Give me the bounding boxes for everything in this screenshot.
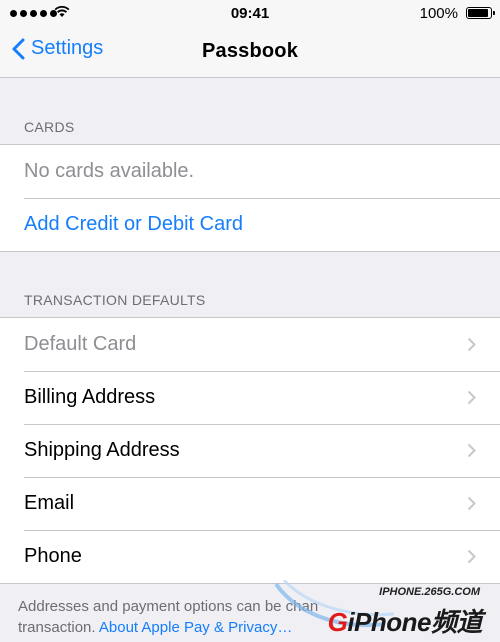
phone-label: Phone: [24, 545, 82, 567]
chevron-right-icon: [467, 496, 476, 511]
status-bar: 09:41 100%: [0, 0, 500, 28]
chevron-right-icon: [467, 337, 476, 352]
battery-icon: [466, 7, 495, 19]
no-cards-row: No cards available.: [0, 145, 500, 198]
billing-address-row[interactable]: Billing Address: [0, 371, 500, 424]
watermark-logo: GiPhone频道: [327, 607, 483, 637]
apple-pay-privacy-link[interactable]: About Apple Pay & Privacy…: [99, 619, 292, 636]
email-row[interactable]: Email: [0, 477, 500, 530]
shipping-address-row[interactable]: Shipping Address: [0, 424, 500, 477]
add-card-button[interactable]: Add Credit or Debit Card: [0, 198, 500, 251]
default-card-row[interactable]: Default Card: [0, 318, 500, 371]
chevron-right-icon: [467, 390, 476, 405]
phone-row[interactable]: Phone: [0, 530, 500, 583]
email-label: Email: [24, 492, 75, 514]
battery-percent: 100%: [419, 5, 458, 22]
footer-text-2: transaction.: [18, 619, 96, 636]
page-title: Passbook: [201, 40, 299, 62]
no-cards-label: No cards available.: [24, 160, 195, 182]
cards-group: No cards available. Add Credit or Debit …: [0, 144, 500, 252]
watermark-url: IPHONE.265G.COM: [379, 586, 480, 598]
default-card-label: Default Card: [24, 333, 137, 355]
chevron-right-icon: [467, 549, 476, 564]
shipping-address-label: Shipping Address: [24, 439, 180, 461]
section-header-transaction-defaults: TRANSACTION DEFAULTS: [24, 292, 206, 308]
chevron-right-icon: [467, 443, 476, 458]
section-header-cards: CARDS: [24, 119, 75, 135]
add-card-label: Add Credit or Debit Card: [24, 213, 243, 235]
watermark: IPHONE.265G.COM GiPhone频道: [274, 580, 494, 642]
navigation-bar: Settings Passbook: [0, 28, 500, 78]
transaction-defaults-group: Default Card Billing Address Shipping Ad…: [0, 317, 500, 584]
billing-address-label: Billing Address: [24, 386, 156, 408]
